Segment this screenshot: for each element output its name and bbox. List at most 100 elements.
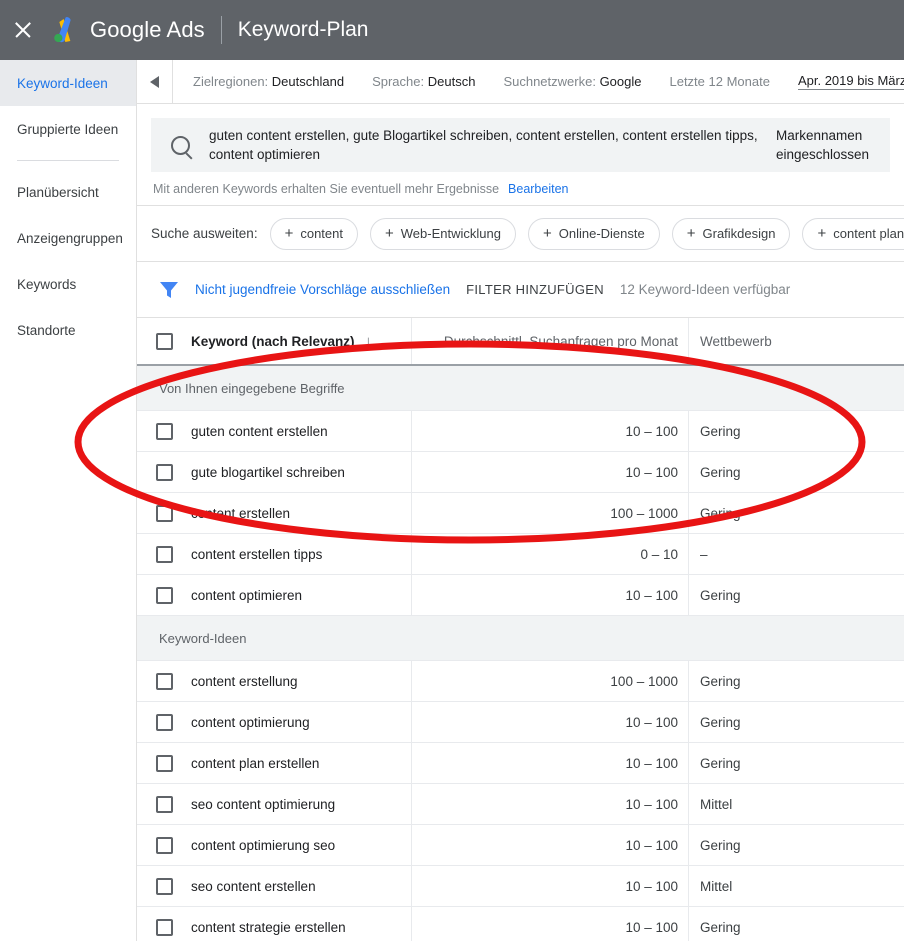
settings-bar: Zielregionen: Deutschland Sprache: Deuts… <box>137 60 904 104</box>
row-checkbox[interactable] <box>155 463 173 481</box>
table-row[interactable]: content optimierung 10 – 100 Gering <box>137 702 904 743</box>
sidebar-item-label: Standorte <box>17 322 76 338</box>
plus-icon: + <box>686 225 696 242</box>
expand-chip-online-dienste[interactable]: + Online-Dienste <box>527 217 660 250</box>
row-checkbox[interactable] <box>155 586 173 604</box>
cell-volume: 10 – 100 <box>412 452 689 492</box>
main-content: Zielregionen: Deutschland Sprache: Deuts… <box>137 60 904 941</box>
row-checkbox[interactable] <box>155 672 173 690</box>
cell-keyword: guten content erstellen <box>191 411 412 451</box>
table-row[interactable]: content erstellen tipps 0 – 10 – <box>137 534 904 575</box>
table-row[interactable]: seo content optimierung 10 – 100 Mittel <box>137 784 904 825</box>
cell-keyword: content plan erstellen <box>191 743 412 783</box>
table-row[interactable]: guten content erstellen 10 – 100 Gering <box>137 411 904 452</box>
table-row[interactable]: content erstellen 100 – 1000 Gering <box>137 493 904 534</box>
column-header-label: Keyword (nach Relevanz) <box>191 333 355 349</box>
cell-volume: 10 – 100 <box>412 907 689 941</box>
cell-volume: 10 – 100 <box>412 702 689 742</box>
brand-names-toggle[interactable]: Markennamen eingeschlossen <box>770 118 890 172</box>
cell-competition: Gering <box>700 423 741 439</box>
setting-value: Google <box>599 74 642 89</box>
search-query-text[interactable]: guten content erstellen, gute Blogartike… <box>209 118 770 172</box>
cell-competition: Mittel <box>700 796 733 812</box>
cell-volume: 10 – 100 <box>412 743 689 783</box>
chip-label: content <box>300 226 343 241</box>
expand-search-label: Suche ausweiten: <box>151 226 258 241</box>
expand-chip-content[interactable]: + content <box>269 217 358 250</box>
expand-chip-grafikdesign[interactable]: + Grafikdesign <box>671 217 791 250</box>
arrow-down-icon: ↓ <box>364 332 373 350</box>
chevron-left-icon[interactable] <box>137 60 173 103</box>
table-row[interactable]: gute blogartikel schreiben 10 – 100 Geri… <box>137 452 904 493</box>
column-header-volume[interactable]: Durchschnittl. Suchanfragen pro Monat <box>412 318 689 364</box>
select-all-cell <box>137 332 191 350</box>
cell-competition: Mittel <box>700 878 733 894</box>
row-checkbox[interactable] <box>155 422 173 440</box>
row-checkbox[interactable] <box>155 795 173 813</box>
row-checkbox[interactable] <box>155 504 173 522</box>
setting-label: Zielregionen: <box>193 74 269 89</box>
search-hint-text: Mit anderen Keywords erhalten Sie eventu… <box>153 181 500 196</box>
row-checkbox[interactable] <box>155 836 173 854</box>
app-header: Google Ads Keyword-Plan <box>0 0 904 60</box>
setting-language[interactable]: Sprache: Deutsch <box>372 74 475 89</box>
sidebar-item-planuebersicht[interactable]: Planübersicht <box>0 169 136 215</box>
cell-volume: 10 – 100 <box>412 825 689 865</box>
sidebar-item-anzeigengruppen[interactable]: Anzeigengruppen <box>0 215 136 261</box>
table-row[interactable]: content erstellung 100 – 1000 Gering <box>137 661 904 702</box>
sidebar-item-standorte[interactable]: Standorte <box>0 307 136 353</box>
table-row[interactable]: content strategie erstellen 10 – 100 Ger… <box>137 907 904 941</box>
row-checkbox[interactable] <box>155 545 173 563</box>
page-title: Keyword-Plan <box>237 18 369 41</box>
row-checkbox[interactable] <box>155 713 173 731</box>
table-row[interactable]: content plan erstellen 10 – 100 Gering <box>137 743 904 784</box>
table-row[interactable]: seo content erstellen 10 – 100 Mittel <box>137 866 904 907</box>
expand-chip-content-planen[interactable]: + content planen <box>802 217 904 250</box>
cell-keyword: gute blogartikel schreiben <box>191 452 412 492</box>
cell-competition: Gering <box>700 673 741 689</box>
cell-keyword: content optimierung seo <box>191 825 412 865</box>
edit-keywords-link[interactable]: Bearbeiten <box>508 182 568 196</box>
expand-chip-web-entwicklung[interactable]: + Web-Entwicklung <box>370 217 516 250</box>
date-range-picker[interactable]: Apr. 2019 bis März 2020 <box>797 73 904 90</box>
row-checkbox[interactable] <box>155 918 173 936</box>
plus-icon: + <box>385 225 394 242</box>
sidebar-item-label: Keyword-Ideen <box>17 75 108 91</box>
setting-target-regions[interactable]: Zielregionen: Deutschland <box>193 74 344 89</box>
cell-competition: Gering <box>700 837 741 853</box>
add-filter-button[interactable]: FILTER HINZUFÜGEN <box>466 282 604 297</box>
setting-search-network[interactable]: Suchnetzwerke: Google <box>503 74 641 89</box>
cell-keyword: content strategie erstellen <box>191 907 412 941</box>
cell-keyword: content optimieren <box>191 575 412 615</box>
cell-competition: Gering <box>700 587 741 603</box>
cell-keyword: seo content erstellen <box>191 866 412 906</box>
cell-volume: 10 – 100 <box>412 784 689 824</box>
column-header-competition[interactable]: Wettbewerb <box>689 318 904 364</box>
search-hint: Mit anderen Keywords erhalten Sie eventu… <box>151 172 890 205</box>
column-header-label: Wettbewerb <box>700 333 772 349</box>
plus-icon: + <box>542 225 552 242</box>
row-checkbox[interactable] <box>155 754 173 772</box>
sidebar-item-label: Planübersicht <box>17 184 99 200</box>
close-icon[interactable] <box>12 19 34 41</box>
filter-bar: Nicht jugendfreie Vorschläge ausschließe… <box>137 262 904 318</box>
sidebar-item-gruppierte-ideen[interactable]: Gruppierte Ideen <box>0 106 136 152</box>
select-all-checkbox[interactable] <box>155 332 173 350</box>
chip-label: content planen <box>833 226 904 241</box>
cell-volume: 10 – 100 <box>412 575 689 615</box>
table-row[interactable]: content optimierung seo 10 – 100 Gering <box>137 825 904 866</box>
cell-competition: Gering <box>700 755 741 771</box>
row-checkbox[interactable] <box>155 877 173 895</box>
column-header-keyword[interactable]: Keyword (nach Relevanz) ↓ <box>191 318 412 364</box>
sidebar-item-label: Anzeigengruppen <box>17 230 123 246</box>
sidebar-item-label: Keywords <box>17 276 77 292</box>
expand-search-bar: Suche ausweiten: + content + Web-Entwick… <box>137 206 904 262</box>
filter-funnel-icon[interactable] <box>159 281 179 299</box>
sidebar-item-keyword-ideen[interactable]: Keyword-Ideen <box>0 60 136 106</box>
row-select-cell <box>137 702 191 742</box>
active-filter-chip[interactable]: Nicht jugendfreie Vorschläge ausschließe… <box>195 282 450 297</box>
cell-keyword: content erstellen tipps <box>191 534 412 574</box>
search-field[interactable]: guten content erstellen, gute Blogartike… <box>151 118 890 172</box>
sidebar-item-keywords[interactable]: Keywords <box>0 261 136 307</box>
table-row[interactable]: content optimieren 10 – 100 Gering <box>137 575 904 616</box>
